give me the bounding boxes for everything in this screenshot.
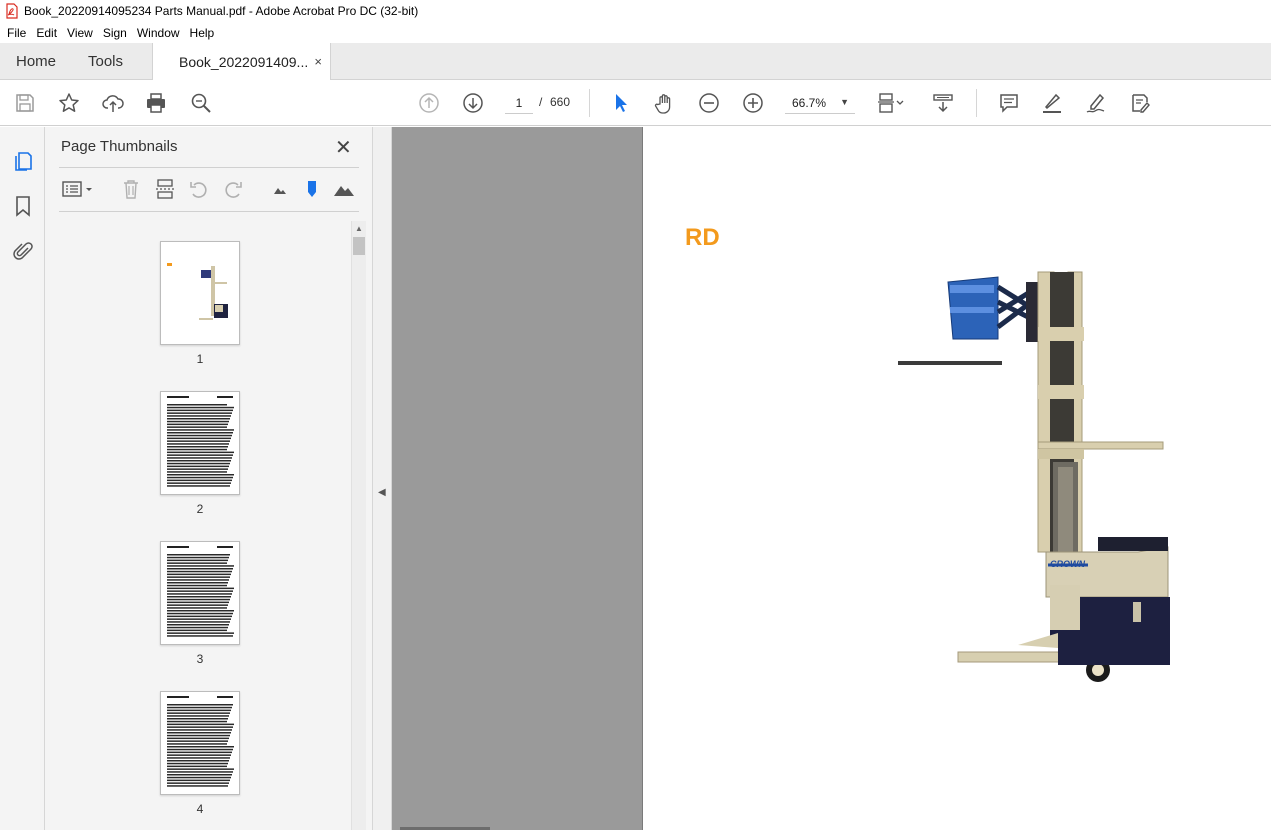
page-thumbnail-1[interactable] (160, 241, 240, 345)
chevron-down-icon: ▼ (840, 97, 849, 107)
document-heading: RD (685, 224, 720, 251)
menu-window[interactable]: Window (132, 26, 185, 40)
zoom-level-select[interactable]: 66.7% ▼ (785, 92, 855, 114)
menu-view[interactable]: View (62, 26, 98, 40)
menu-bar: File Edit View Sign Window Help (0, 22, 1271, 43)
page-thumbnail-3[interactable] (160, 541, 240, 645)
scrollbar-thumb[interactable] (353, 237, 365, 255)
prev-page-icon[interactable] (417, 91, 441, 115)
thumbnail-label: 4 (196, 802, 204, 816)
panel-toolbar (59, 175, 359, 203)
extract-page-icon[interactable] (153, 177, 177, 201)
forklift-image: CROWN (898, 271, 1170, 682)
page-thumbnail-2[interactable] (160, 391, 240, 495)
page-number-input[interactable]: 1 (505, 92, 533, 114)
thumbnails-panel: Page Thumbnails ✕ 1 2 3 4 ▲ (45, 127, 373, 830)
thumbnail-size-small-icon[interactable] (268, 177, 292, 201)
comment-icon[interactable] (997, 91, 1021, 115)
scroll-up-icon[interactable]: ▲ (355, 224, 363, 233)
menu-help[interactable]: Help (185, 26, 220, 40)
scroll-mode-icon[interactable] (931, 91, 955, 115)
document-viewport[interactable]: RD CROWN (392, 127, 1271, 830)
thumbnail-preview (167, 263, 228, 320)
page-separator: / (539, 95, 543, 109)
tab-tools[interactable]: Tools (88, 43, 123, 80)
search-zoom-icon[interactable] (189, 91, 213, 115)
pdf-file-icon (6, 3, 18, 19)
panel-close-button[interactable]: ✕ (335, 135, 352, 160)
navigation-rail (0, 127, 45, 830)
thumbnails-icon[interactable] (11, 148, 35, 172)
next-page-icon[interactable] (461, 91, 485, 115)
page-fit-icon[interactable] (876, 91, 912, 115)
window-title: Book_20220914095234 Parts Manual.pdf - A… (24, 4, 419, 18)
panel-divider (59, 211, 359, 212)
tab-document-label: Book_2022091409... (179, 54, 309, 70)
pdf-page: RD CROWN (642, 127, 1271, 830)
title-bar: Book_20220914095234 Parts Manual.pdf - A… (0, 0, 1271, 22)
delete-page-icon[interactable] (119, 177, 143, 201)
zoom-in-icon[interactable] (741, 91, 765, 115)
upload-icon[interactable] (101, 91, 125, 115)
hand-icon[interactable] (653, 91, 677, 115)
attachments-icon[interactable] (11, 239, 35, 263)
zoom-level-value: 66.7% (792, 95, 827, 110)
print-icon[interactable] (144, 91, 168, 115)
menu-sign[interactable]: Sign (98, 26, 132, 40)
tab-close-button[interactable]: × (314, 54, 322, 69)
zoom-out-icon[interactable] (697, 91, 721, 115)
thumbnail-label: 1 (196, 352, 204, 366)
save-icon[interactable] (13, 91, 37, 115)
thumbnail-preview (167, 696, 234, 787)
menu-edit[interactable]: Edit (31, 26, 62, 40)
select-cursor-icon[interactable] (609, 91, 633, 115)
bookmarks-icon[interactable] (11, 194, 35, 218)
rotate-cw-icon[interactable] (221, 177, 245, 201)
panel-title: Page Thumbnails (61, 138, 178, 155)
tab-document[interactable]: Book_2022091409... × (152, 43, 331, 81)
crown-logo: CROWN (1050, 559, 1085, 569)
tab-home[interactable]: Home (16, 43, 56, 80)
thumbnail-label: 3 (196, 652, 204, 666)
draw-icon[interactable] (1084, 91, 1108, 115)
thumbnail-size-large-icon[interactable] (332, 177, 356, 201)
thumbnail-preview (167, 546, 234, 637)
main-toolbar: 1 / 660 66.7% ▼ (0, 80, 1271, 126)
fill-sign-icon[interactable] (1128, 91, 1152, 115)
menu-file[interactable]: File (2, 26, 31, 40)
options-menu-icon[interactable] (61, 177, 97, 201)
thumbnail-preview (167, 396, 234, 487)
page-thumbnail-4[interactable] (160, 691, 240, 795)
thumbnail-label: 2 (196, 502, 204, 516)
highlight-icon[interactable] (1040, 91, 1064, 115)
tab-bar: Home Tools Book_2022091409... × (0, 43, 1271, 81)
rotate-ccw-icon[interactable] (187, 177, 211, 201)
thumbnails-scrollbar[interactable]: ▲ (351, 221, 366, 830)
toolbar-divider (589, 89, 590, 117)
panel-divider (59, 167, 359, 168)
panel-collapse-handle[interactable]: ◀ (373, 127, 392, 830)
page-total: 660 (550, 95, 571, 109)
toolbar-divider (976, 89, 977, 117)
collapse-left-icon: ◀ (378, 487, 386, 498)
bookmark-star-icon[interactable] (57, 91, 81, 115)
thumbnail-slider-icon[interactable] (300, 177, 324, 201)
